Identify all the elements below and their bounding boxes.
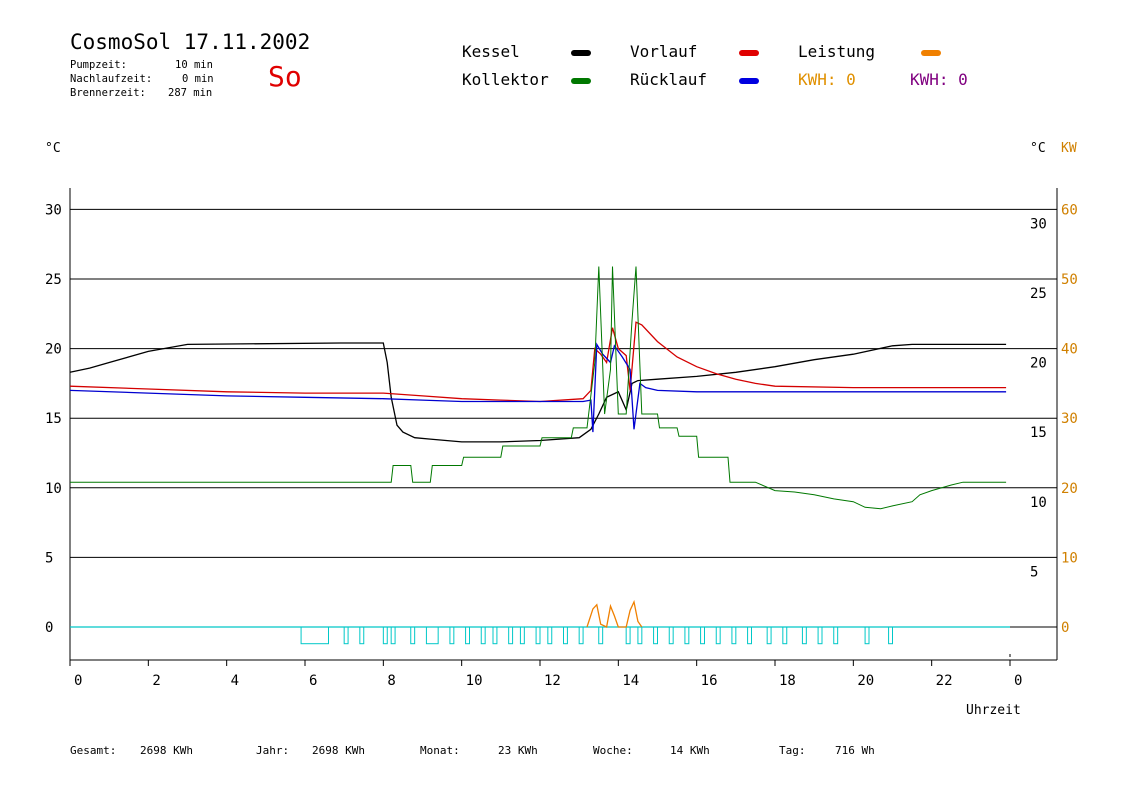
monat-label: Monat: bbox=[420, 744, 460, 757]
grid-layer bbox=[69, 188, 1058, 666]
pump-pulse bbox=[465, 626, 471, 645]
pump-pulse bbox=[343, 626, 349, 645]
x-tick-label: 0 bbox=[1014, 673, 1022, 689]
y-tick-label-left: 30 bbox=[45, 202, 62, 218]
series-line-vorlauf bbox=[69, 321, 1007, 403]
pump-pulse bbox=[547, 626, 553, 645]
pump-pulse bbox=[833, 626, 839, 645]
y-tick-label-right: 5 bbox=[1030, 564, 1038, 580]
x-tick-label: 0 bbox=[74, 673, 82, 689]
pump-pulse bbox=[492, 626, 498, 645]
y-tick-label-left: 15 bbox=[45, 411, 62, 427]
y-tick-label-right: 30 bbox=[1030, 216, 1047, 232]
x-tick-label: 2 bbox=[152, 673, 160, 689]
tag-label: Tag: bbox=[779, 744, 806, 757]
gesamt-value: 2698 KWh bbox=[140, 744, 193, 757]
pump-pulse bbox=[864, 626, 870, 645]
y-tick-label-left: 25 bbox=[45, 272, 62, 288]
pump-pulse bbox=[637, 626, 643, 645]
x-tick-label: 14 bbox=[622, 673, 639, 689]
pump-pulse bbox=[715, 626, 721, 645]
pump-pulse bbox=[563, 626, 568, 645]
x-tick-label: 10 bbox=[466, 673, 483, 689]
x-tick-label: 18 bbox=[779, 673, 796, 689]
y2-tick-label: 30 bbox=[1061, 411, 1078, 427]
x-tick-label: 12 bbox=[544, 673, 561, 689]
pump-pulse bbox=[817, 626, 823, 645]
pump-pulse bbox=[700, 626, 705, 645]
y2-tick-label: 40 bbox=[1061, 342, 1078, 358]
y-tick-label-left: 10 bbox=[45, 481, 62, 497]
pump-pulse bbox=[382, 626, 388, 645]
pump-pulse bbox=[598, 626, 604, 645]
pump-pulse bbox=[766, 626, 772, 645]
pump-pulse bbox=[300, 626, 330, 645]
pump-pulse bbox=[535, 626, 541, 645]
x-tick-label: 8 bbox=[387, 673, 395, 689]
y2-tick-label: 0 bbox=[1061, 620, 1069, 636]
series-line-kessel bbox=[69, 342, 1007, 443]
pump-pulse bbox=[801, 626, 807, 645]
series-line-ruecklauf bbox=[69, 342, 1007, 433]
pump-pulse bbox=[578, 626, 584, 645]
series-line-leistung bbox=[586, 599, 643, 628]
pump-pulse bbox=[747, 626, 752, 645]
tick-layer: 0 05 1010 2015 3020 4025 5030 60510152025300 2 4 6… bbox=[45, 202, 1078, 689]
x-tick-label: 22 bbox=[936, 673, 953, 689]
y2-tick-label: 60 bbox=[1061, 202, 1078, 218]
pump-pulse bbox=[410, 626, 416, 645]
pump-pulse bbox=[625, 626, 631, 645]
pump-pulse bbox=[359, 626, 365, 645]
pump-pulse bbox=[653, 626, 658, 645]
pump-pulse bbox=[508, 626, 514, 645]
x-tick-label: 20 bbox=[857, 673, 874, 689]
pump-pulse bbox=[888, 626, 893, 645]
woche-label: Woche: bbox=[593, 744, 633, 757]
pump-pulse bbox=[782, 626, 788, 645]
pump-pulse bbox=[449, 626, 455, 645]
woche-value: 14 KWh bbox=[670, 744, 710, 757]
pump-pulse bbox=[390, 626, 396, 645]
monat-value: 23 KWh bbox=[498, 744, 538, 757]
x-tick-label: 6 bbox=[309, 673, 317, 689]
y2-tick-label: 50 bbox=[1061, 272, 1078, 288]
y-tick-label-right: 15 bbox=[1030, 425, 1047, 441]
pump-pulse bbox=[684, 626, 690, 645]
jahr-label: Jahr: bbox=[256, 744, 290, 757]
y-tick-label-left: 5 bbox=[45, 550, 53, 566]
y-tick-label-right: 25 bbox=[1030, 286, 1047, 302]
y-tick-label-left: 20 bbox=[45, 342, 62, 358]
y-tick-label-right: 10 bbox=[1030, 495, 1047, 511]
y2-tick-label: 10 bbox=[1061, 550, 1078, 566]
y2-tick-label: 20 bbox=[1061, 481, 1078, 497]
temperature-chart: 0 05 1010 2015 3020 4025 5030 60510152025300 2 4 6… bbox=[45, 188, 1078, 689]
x-tick-label: 16 bbox=[701, 673, 718, 689]
y-tick-label-left: 0 bbox=[45, 620, 53, 636]
tag-value: 716 Wh bbox=[835, 744, 875, 757]
y-tick-label-right: 20 bbox=[1030, 356, 1047, 372]
series-layer bbox=[69, 266, 1057, 657]
pump-pulse bbox=[668, 626, 674, 645]
x-tick-label: 4 bbox=[231, 673, 239, 689]
jahr-value: 2698 KWh bbox=[312, 744, 365, 757]
pump-pulse bbox=[519, 626, 525, 645]
pump-pulse bbox=[480, 626, 486, 645]
pump-pulse bbox=[731, 626, 737, 645]
pump-pulse bbox=[425, 626, 439, 645]
gesamt-label: Gesamt: bbox=[70, 744, 117, 757]
